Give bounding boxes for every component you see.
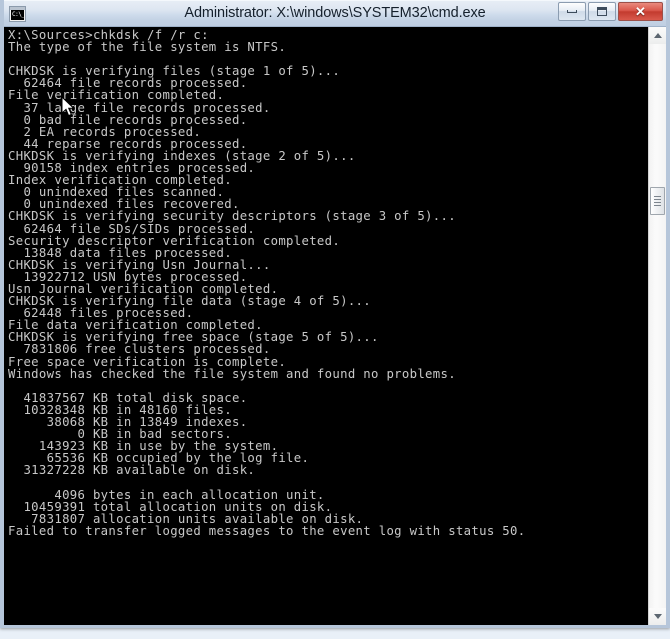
maximize-icon [597, 7, 607, 16]
grip-line [654, 199, 661, 200]
window-controls: ✕ [558, 2, 663, 21]
console-client-area[interactable]: X:\Sources>chkdsk /f /r c: The type of t… [4, 27, 666, 625]
cmd-console-icon: C:\_ [9, 5, 26, 22]
console-output-text[interactable]: X:\Sources>chkdsk /f /r c: The type of t… [4, 27, 648, 625]
command-prompt-window: C:\_ Administrator: X:\windows\SYSTEM32\… [0, 0, 670, 628]
grip-line [654, 205, 661, 206]
chevron-down-icon [653, 614, 662, 619]
scroll-up-arrow-icon[interactable] [649, 27, 666, 44]
chevron-up-icon [653, 33, 662, 38]
scroll-thumb[interactable] [650, 187, 665, 215]
grip-line [654, 196, 661, 197]
console-vertical-scrollbar[interactable] [648, 27, 666, 625]
close-button[interactable]: ✕ [618, 2, 663, 21]
scroll-down-arrow-icon[interactable] [649, 608, 666, 625]
icon-prompt-text: C:\_ [11, 9, 24, 20]
window-titlebar[interactable]: C:\_ Administrator: X:\windows\SYSTEM32\… [4, 0, 666, 27]
minimize-button[interactable] [558, 2, 586, 21]
grip-line [654, 202, 661, 203]
close-icon: ✕ [635, 4, 646, 19]
minimize-icon [567, 10, 577, 13]
maximize-button[interactable] [588, 2, 616, 21]
